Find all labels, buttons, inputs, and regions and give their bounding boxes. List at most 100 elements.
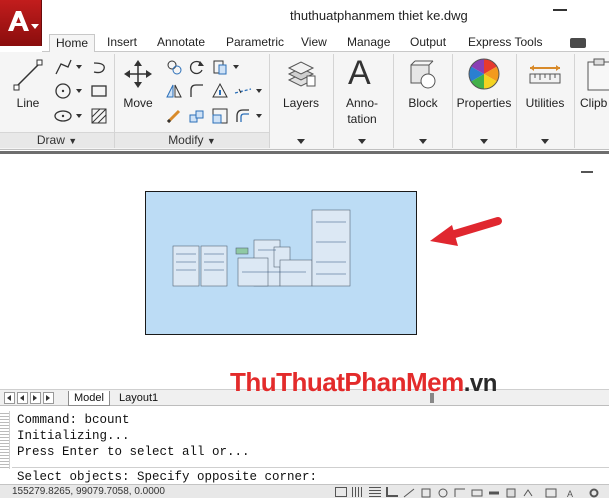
stretch-button[interactable]: [232, 80, 252, 100]
block-icon: [410, 60, 436, 89]
polyline-dropdown-icon[interactable]: [76, 65, 82, 69]
tab-output[interactable]: Output: [410, 34, 446, 52]
explode-button[interactable]: [209, 80, 229, 100]
object-snap-icon[interactable]: [420, 487, 432, 498]
ellipse-dropdown-icon[interactable]: [76, 114, 82, 118]
move-label: Move: [123, 96, 153, 110]
svg-text:A: A: [567, 489, 573, 498]
hatch-icon: [91, 108, 107, 124]
layers-button[interactable]: Layers: [276, 56, 326, 146]
ribbon-tab-strip: Home Insert Annotate Parametric View Man…: [42, 34, 609, 53]
fillet-button[interactable]: [186, 80, 206, 100]
lineweight-icon[interactable]: [488, 487, 500, 497]
panel-divider: [516, 54, 517, 148]
next-layout-button[interactable]: [30, 392, 41, 404]
circle-button[interactable]: [52, 80, 72, 100]
tab-layout1[interactable]: Layout1: [114, 391, 163, 406]
circle-dropdown-icon[interactable]: [76, 89, 82, 93]
previous-layout-button[interactable]: [17, 392, 28, 404]
command-window-grip[interactable]: [0, 411, 10, 469]
tab-insert[interactable]: Insert: [107, 34, 137, 52]
polyline-icon: [55, 59, 72, 75]
panel-divider: [393, 54, 394, 148]
mirror-button[interactable]: [163, 80, 183, 100]
utilities-label: Utilities: [525, 96, 565, 110]
watermark-part3: .vn: [463, 370, 498, 397]
panel-divider: [333, 54, 334, 148]
ortho-mode-icon[interactable]: [386, 487, 398, 497]
coordinate-readout: 155279.8265, 99079.7058, 0.0000: [12, 486, 165, 497]
first-layout-button[interactable]: [4, 392, 15, 404]
hatch-button[interactable]: [88, 105, 108, 125]
text-a-icon: A: [348, 54, 371, 92]
utilities-button[interactable]: Utilities: [520, 56, 570, 146]
erase-button[interactable]: [163, 105, 183, 125]
measure-icon: [529, 65, 561, 84]
line-tool-button[interactable]: Line: [8, 56, 48, 112]
command-input[interactable]: Select objects: Specify opposite corner:: [12, 467, 609, 485]
clipboard-label: Clipb: [580, 96, 608, 110]
panel-divider: [452, 54, 453, 148]
command-history-line: Command: bcount: [17, 413, 130, 427]
draw-panel-title[interactable]: Draw ▼: [0, 132, 114, 148]
move-tool-button[interactable]: Move: [119, 56, 157, 112]
document-title: thuthuatphanmem thiet ke.dwg: [290, 8, 468, 23]
tab-annotate[interactable]: Annotate: [157, 34, 205, 52]
offset-dropdown-icon[interactable]: [256, 114, 262, 118]
array-button[interactable]: [186, 105, 206, 125]
trim-dropdown-icon[interactable]: [233, 65, 239, 69]
rotate-button[interactable]: [186, 56, 206, 76]
annotation-button[interactable]: A Anno- tation: [338, 54, 386, 146]
pencil-icon: [166, 109, 181, 124]
ellipse-button[interactable]: [52, 105, 72, 125]
grid-display-icon[interactable]: [369, 487, 381, 497]
panel-divider: [269, 54, 270, 148]
chevron-down-icon: [31, 24, 39, 29]
layout-viewport[interactable]: [145, 191, 417, 335]
scale-button[interactable]: [209, 105, 229, 125]
properties-button[interactable]: Properties: [455, 56, 513, 146]
ellipse-icon: [54, 110, 72, 122]
offset-icon: [236, 109, 249, 122]
tab-express-tools[interactable]: Express Tools: [468, 34, 542, 52]
tab-parametric[interactable]: Parametric: [226, 34, 284, 52]
minimize-window-button[interactable]: [553, 9, 567, 11]
stretch-dropdown-icon[interactable]: [256, 89, 262, 93]
rectangle-button[interactable]: [88, 80, 108, 100]
ribbon-minimize-button[interactable]: [570, 38, 586, 48]
scale-icon: [212, 108, 228, 124]
quick-properties-icon[interactable]: [505, 487, 517, 498]
last-layout-button[interactable]: [43, 392, 54, 404]
annotation-scale-icon[interactable]: A: [566, 487, 578, 498]
chevron-down-icon: ▼: [68, 136, 78, 146]
chevron-down-icon: [297, 139, 305, 144]
polar-tracking-icon[interactable]: [403, 487, 415, 498]
line-label: Line: [16, 96, 40, 110]
fillet-icon: [190, 84, 203, 97]
arc-button[interactable]: [88, 56, 108, 76]
model-space-icon[interactable]: [545, 487, 557, 498]
viewport-minimize-button[interactable]: [581, 171, 593, 173]
tab-model[interactable]: Model: [68, 391, 110, 406]
tab-view[interactable]: View: [301, 34, 327, 52]
tab-home[interactable]: Home: [49, 34, 96, 53]
copy-button[interactable]: [163, 56, 183, 76]
tab-manage[interactable]: Manage: [347, 34, 390, 52]
dynamic-ucs-icon[interactable]: [454, 487, 466, 497]
offset-button[interactable]: [232, 105, 252, 125]
polyline-button[interactable]: [52, 56, 72, 76]
clipboard-button[interactable]: Clipb: [578, 56, 609, 146]
snap-mode-icon[interactable]: [352, 487, 364, 497]
selection-cycling-icon[interactable]: [522, 487, 534, 497]
dynamic-input-icon[interactable]: [471, 487, 483, 497]
color-wheel-icon: [468, 58, 500, 90]
object-snap-tracking-icon[interactable]: [437, 487, 449, 498]
chevron-down-icon: [541, 139, 549, 144]
block-button[interactable]: Block: [398, 56, 448, 146]
infer-constraints-icon[interactable]: [335, 487, 347, 497]
status-bar: 155279.8265, 99079.7058, 0.0000 A: [0, 484, 609, 498]
workspace-gear-icon[interactable]: [588, 487, 600, 498]
application-menu-button[interactable]: [0, 0, 42, 46]
modify-panel-title[interactable]: Modify ▼: [115, 132, 269, 148]
trim-button[interactable]: [209, 56, 229, 76]
